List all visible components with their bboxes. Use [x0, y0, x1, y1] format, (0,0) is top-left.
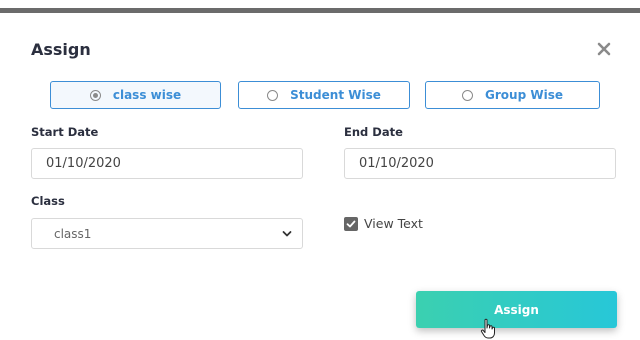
group-wise-option[interactable]: Group Wise	[425, 81, 600, 109]
end-date-input[interactable]: 01/10/2020	[344, 148, 616, 179]
start-date-input[interactable]: 01/10/2020	[31, 148, 303, 179]
end-date-value: 01/10/2020	[359, 156, 434, 171]
class-wise-label: class wise	[112, 88, 182, 102]
close-icon[interactable]	[596, 41, 612, 57]
modal-title: Assign	[31, 40, 91, 59]
class-wise-option[interactable]: class wise	[50, 81, 221, 109]
hand-cursor-icon	[480, 318, 495, 339]
radio-selected-icon[interactable]	[89, 89, 101, 101]
student-wise-label: Student Wise	[290, 88, 381, 102]
chevron-down-icon[interactable]	[282, 230, 292, 238]
student-wise-option[interactable]: Student Wise	[238, 81, 410, 109]
start-date-value: 01/10/2020	[46, 156, 121, 171]
view-text-checkbox[interactable]: View Text	[344, 216, 423, 231]
class-select-value: class1	[54, 226, 92, 241]
radio-icon[interactable]	[462, 89, 474, 101]
view-text-label: View Text	[364, 216, 423, 231]
top-bar	[0, 8, 640, 13]
class-label: Class	[31, 194, 65, 208]
radio-icon[interactable]	[267, 89, 279, 101]
group-wise-label: Group Wise	[485, 88, 563, 102]
start-date-label: Start Date	[31, 125, 99, 139]
end-date-label: End Date	[344, 125, 403, 139]
checkbox-checked-icon[interactable]	[344, 216, 358, 231]
assign-button[interactable]: Assign	[416, 291, 617, 328]
class-select[interactable]: class1	[31, 218, 303, 249]
